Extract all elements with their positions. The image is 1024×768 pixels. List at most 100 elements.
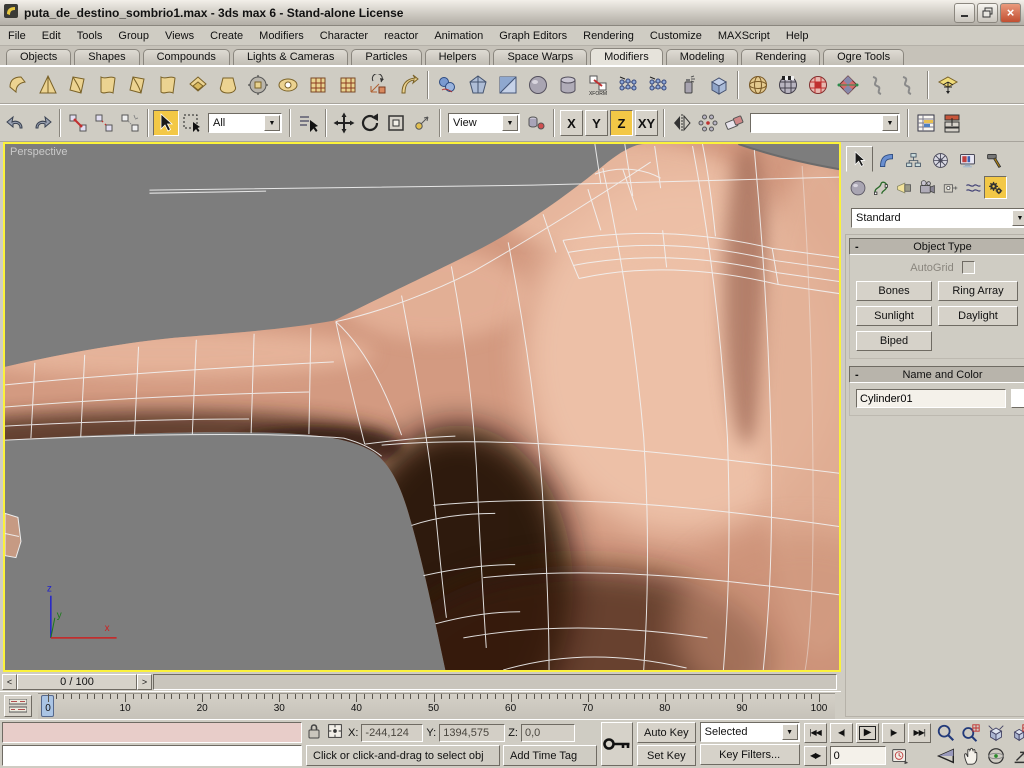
chevron-down-icon[interactable]: ▼: [502, 115, 518, 131]
curve-editor-button[interactable]: [913, 110, 939, 136]
restrict-xy-plane-button[interactable]: XY: [635, 110, 658, 136]
menu-item-file[interactable]: File: [0, 26, 34, 46]
menu-item-views[interactable]: Views: [157, 26, 202, 46]
melt-modifier-icon[interactable]: [213, 69, 243, 101]
sphere-checker-icon[interactable]: [773, 69, 803, 101]
bend-modifier-icon[interactable]: [3, 69, 33, 101]
pan-button[interactable]: [960, 746, 982, 766]
menu-item-maxscript[interactable]: MAXScript: [710, 26, 778, 46]
key-mode-toggle-button[interactable]: ◀▶: [803, 745, 827, 766]
biped-button[interactable]: Biped: [856, 331, 932, 351]
autogrid-checkbox[interactable]: [961, 261, 975, 274]
ring-array-button[interactable]: Ring Array: [938, 281, 1018, 301]
set-key-button[interactable]: Set Key: [637, 745, 696, 766]
selection-lock-icon[interactable]: [306, 722, 322, 743]
restrict-x-button[interactable]: X: [560, 110, 583, 136]
diamond-lattice-icon[interactable]: [833, 69, 863, 101]
system-type-dropdown[interactable]: Standard ▼: [851, 208, 1024, 228]
ffd-select-icon[interactable]: [933, 69, 963, 101]
bones-button[interactable]: Bones: [856, 281, 932, 301]
set-keys-button[interactable]: [601, 722, 633, 766]
crystal-modifier-icon[interactable]: [463, 69, 493, 101]
ripple-modifier-icon[interactable]: [273, 69, 303, 101]
twist-modifier-icon[interactable]: [63, 69, 93, 101]
skin-modifier-icon[interactable]: [433, 69, 463, 101]
space-warps-category[interactable]: [961, 176, 984, 199]
spline-ik-icon[interactable]: [863, 69, 893, 101]
go-to-start-button[interactable]: |◀◀: [803, 722, 827, 743]
menu-item-create[interactable]: Create: [202, 26, 251, 46]
x-coord-field[interactable]: [361, 723, 424, 742]
restore-button[interactable]: [977, 2, 998, 23]
undo-button[interactable]: [3, 110, 29, 136]
redo-button[interactable]: [29, 110, 55, 136]
tab-ogre-tools[interactable]: Ogre Tools: [823, 49, 905, 65]
play-button[interactable]: ▶: [855, 722, 879, 743]
key-filters-button[interactable]: Key Filters...: [699, 744, 800, 765]
name-color-rollout-header[interactable]: - Name and Color: [849, 366, 1024, 383]
collapse-icon[interactable]: -: [850, 241, 866, 253]
xform-modifier-icon[interactable]: XFORM: [583, 69, 613, 101]
menu-item-reactor[interactable]: reactor: [376, 26, 426, 46]
display-tab[interactable]: [954, 148, 981, 172]
mesh-select-cube-icon[interactable]: [703, 69, 733, 101]
chevron-down-icon[interactable]: ▼: [882, 115, 898, 131]
time-configuration-button[interactable]: [889, 746, 911, 766]
menu-item-tools[interactable]: Tools: [69, 26, 111, 46]
modify-tab[interactable]: [873, 148, 900, 172]
sphere-modifier-icon[interactable]: [523, 69, 553, 101]
zoom-button[interactable]: [935, 723, 957, 743]
current-frame-field[interactable]: [829, 746, 886, 765]
mesh-points-icon[interactable]: [613, 69, 643, 101]
restrict-y-button[interactable]: Y: [585, 110, 608, 136]
menu-item-animation[interactable]: Animation: [426, 26, 491, 46]
menu-item-help[interactable]: Help: [778, 26, 817, 46]
reference-coordinate-dropdown[interactable]: View ▼: [448, 113, 520, 133]
trackbar-ruler[interactable]: 0 10 20 30 40 50 60 70 80 90 100: [38, 692, 835, 719]
selection-region-button[interactable]: [179, 110, 205, 136]
ffd-modifier-icon[interactable]: [333, 69, 363, 101]
noise-modifier-icon[interactable]: [93, 69, 123, 101]
menu-item-graph-editors[interactable]: Graph Editors: [491, 26, 575, 46]
daylight-button[interactable]: Daylight: [938, 306, 1018, 326]
skew-modifier-icon[interactable]: [123, 69, 153, 101]
geometry-category[interactable]: [846, 176, 869, 199]
helpers-category[interactable]: [938, 176, 961, 199]
add-time-tag[interactable]: Add Time Tag: [503, 745, 597, 766]
chevron-down-icon[interactable]: ▼: [264, 115, 280, 131]
zoom-all-button[interactable]: [960, 723, 982, 743]
viewport-perspective[interactable]: Perspective z y x: [3, 142, 841, 672]
unlink-selection-button[interactable]: [91, 110, 117, 136]
select-and-manipulate-button[interactable]: [409, 110, 435, 136]
y-coord-field[interactable]: [439, 723, 506, 742]
select-by-name-button[interactable]: [295, 110, 321, 136]
push-modifier-icon[interactable]: [243, 69, 273, 101]
select-object-button[interactable]: [153, 110, 179, 136]
systems-category[interactable]: [984, 176, 1007, 199]
menu-item-customize[interactable]: Customize: [642, 26, 710, 46]
mirror-button[interactable]: [669, 110, 695, 136]
close-button[interactable]: ×: [1000, 2, 1021, 23]
menu-item-rendering[interactable]: Rendering: [575, 26, 642, 46]
xform-move-rotate-icon[interactable]: [363, 69, 393, 101]
lattice-modifier-icon[interactable]: [303, 69, 333, 101]
tab-lights-cameras[interactable]: Lights & Cameras: [232, 49, 349, 65]
select-and-move-button[interactable]: [331, 110, 357, 136]
menu-item-group[interactable]: Group: [110, 26, 157, 46]
lights-category[interactable]: [892, 176, 915, 199]
viewport-label[interactable]: Perspective: [10, 146, 67, 158]
maxscript-listener-input[interactable]: [2, 745, 302, 766]
cylinder-cap-icon[interactable]: [553, 69, 583, 101]
shapes-category[interactable]: [869, 176, 892, 199]
create-tab[interactable]: [846, 146, 873, 172]
chevron-down-icon[interactable]: ▼: [781, 724, 798, 740]
restrict-z-button[interactable]: Z: [610, 110, 633, 136]
stretch-modifier-icon[interactable]: [153, 69, 183, 101]
mini-curve-editor-button[interactable]: [4, 694, 32, 717]
motion-tab[interactable]: [927, 148, 954, 172]
menu-item-edit[interactable]: Edit: [34, 26, 69, 46]
time-slider-button[interactable]: 0 / 100: [17, 673, 137, 690]
tab-objects[interactable]: Objects: [6, 49, 72, 65]
object-name-input[interactable]: [856, 389, 1006, 408]
select-and-rotate-button[interactable]: [357, 110, 383, 136]
